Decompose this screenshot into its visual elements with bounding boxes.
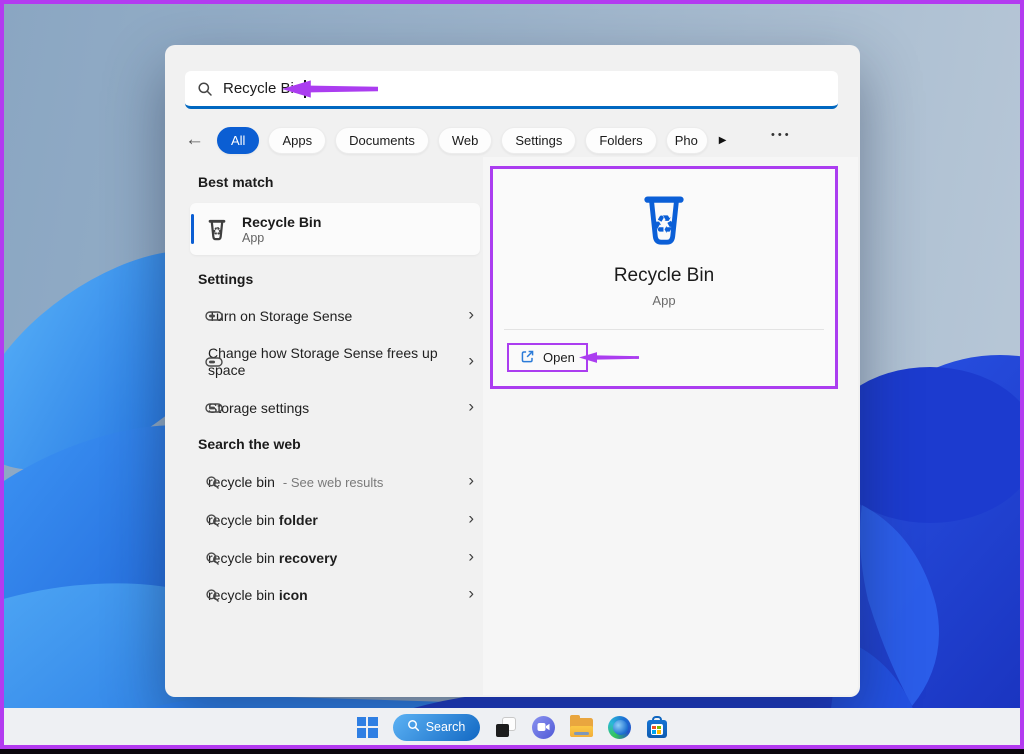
selection-accent	[191, 214, 194, 244]
result-title: Recycle Bin	[242, 214, 321, 230]
windows-search-panel: Recycle Bin ← All Apps Documents Web Set…	[165, 45, 860, 697]
search-icon	[205, 475, 220, 490]
more-options-button[interactable]: •••	[771, 129, 792, 141]
search-icon	[407, 719, 420, 735]
windows-start-icon[interactable]	[357, 717, 378, 738]
settings-result-storage-settings[interactable]: Storage settings ›	[185, 389, 480, 427]
annotation-arrow-search	[282, 78, 378, 100]
settings-header: Settings	[198, 271, 253, 287]
search-icon	[197, 81, 213, 97]
open-external-icon	[520, 349, 535, 367]
bottom-black-strip	[0, 749, 1024, 754]
task-view-icon[interactable]	[495, 716, 517, 738]
web-result[interactable]: recycle binrecovery ›	[185, 539, 480, 577]
chevron-right-icon: ›	[468, 546, 474, 566]
recycle-symbol-icon: ♻	[212, 225, 222, 238]
recycle-bin-icon: ♻	[204, 216, 230, 242]
back-icon[interactable]: ←	[185, 129, 204, 151]
storage-settings-icon	[205, 401, 223, 415]
teams-chat-icon[interactable]	[532, 716, 555, 739]
open-button[interactable]: Open	[507, 343, 588, 372]
preview-title: Recycle Bin	[493, 265, 835, 287]
storage-sense-icon	[205, 355, 223, 369]
settings-result-storage-sense[interactable]: Turn on Storage Sense ›	[185, 297, 480, 335]
microsoft-store-icon[interactable]	[646, 716, 668, 738]
edge-browser-icon[interactable]	[608, 716, 631, 739]
chevron-right-icon: ›	[468, 350, 474, 370]
tab-settings[interactable]: Settings	[501, 127, 576, 154]
tab-apps[interactable]: Apps	[268, 127, 326, 154]
divider	[504, 329, 824, 330]
search-web-header: Search the web	[198, 436, 301, 452]
screenshot-root: Recycle Bin ← All Apps Documents Web Set…	[0, 0, 1024, 754]
chevron-right-icon: ›	[468, 583, 474, 603]
open-button-label: Open	[543, 350, 575, 365]
file-explorer-icon[interactable]	[570, 718, 593, 737]
chevron-right-icon: ›	[468, 508, 474, 528]
search-icon	[205, 513, 220, 528]
web-result[interactable]: recycle bin- See web results ›	[185, 463, 480, 501]
taskbar-search-button[interactable]: Search	[393, 714, 480, 741]
storage-sense-icon	[205, 309, 223, 323]
filter-tab-bar: ← All Apps Documents Web Settings Folder…	[185, 125, 726, 155]
search-icon	[205, 588, 220, 603]
chevron-right-icon: ›	[468, 396, 474, 416]
scroll-right-icon[interactable]: ▶	[719, 135, 727, 146]
tab-photos[interactable]: Pho	[666, 127, 708, 154]
best-match-header: Best match	[198, 174, 273, 190]
taskbar: Search	[0, 708, 1024, 746]
settings-result-storage-sense-frees[interactable]: Change how Storage Sense frees up space …	[185, 335, 480, 389]
result-subtitle: App	[242, 231, 321, 245]
tab-web[interactable]: Web	[438, 127, 493, 154]
web-result[interactable]: recycle binicon ›	[185, 576, 480, 614]
chevron-right-icon: ›	[468, 470, 474, 490]
search-icon	[205, 551, 220, 566]
recycle-symbol-icon: ♻	[653, 210, 675, 240]
recycle-bin-app-icon: ♻	[633, 187, 695, 249]
tab-all[interactable]: All	[217, 127, 259, 154]
annotation-arrow-open	[579, 349, 639, 366]
tab-documents[interactable]: Documents	[335, 127, 429, 154]
taskbar-search-label: Search	[426, 720, 466, 734]
chevron-right-icon: ›	[468, 304, 474, 324]
best-match-result[interactable]: ♻ Recycle Bin App	[190, 203, 480, 255]
preview-subtitle: App	[493, 293, 835, 308]
preview-highlight-box: ♻ Recycle Bin App Open	[490, 166, 838, 389]
web-result[interactable]: recycle binfolder ›	[185, 501, 480, 539]
tab-folders[interactable]: Folders	[585, 127, 656, 154]
